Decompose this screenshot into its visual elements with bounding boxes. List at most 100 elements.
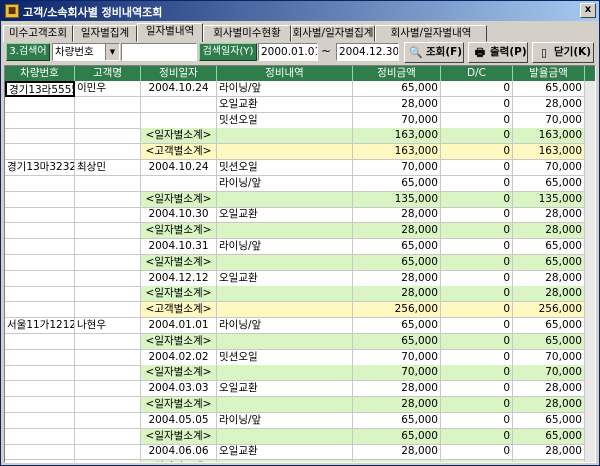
cell-dc[interactable]: 0 [441,444,513,461]
cell-amount[interactable]: 28,000 [353,96,441,113]
cell-item[interactable] [217,254,353,271]
title-bar[interactable]: ■ 고객/소속회사별 정비내역조회 x [1,1,599,21]
cell-customer[interactable] [75,349,141,366]
column-header-date[interactable]: 정비일자 [141,66,217,81]
cell-amount[interactable]: 28,000 [353,444,441,461]
tab-company-daily-summary[interactable]: 회사별/일자별집계 [291,25,375,42]
table-row[interactable]: <일자별소계> 163,000 0 163,000 [5,128,585,145]
cell-dc[interactable]: 0 [441,144,513,161]
table-row[interactable]: <일자별소계> 28,000028,000 [5,223,585,240]
table-row[interactable]: 경기13마3232 최상민 2004.10.24 밋션오일 70,000 0 70,000 [5,160,585,176]
cell-plate[interactable]: 서울11가1212 [5,318,75,334]
cell-customer[interactable] [75,428,141,445]
cell-date[interactable] [141,112,217,129]
cell-billed[interactable]: 70,000 [513,365,585,382]
cell-dc[interactable]: 0 [441,349,513,366]
cell-date[interactable]: <일자별소계> [141,428,217,445]
cell-customer[interactable] [75,191,141,208]
cell-item[interactable] [217,223,353,240]
cell-customer[interactable] [75,397,141,413]
table-row[interactable]: <일자별소계> 65,000 0 65,000 [5,333,585,350]
cell-plate[interactable] [5,239,75,255]
cell-customer[interactable] [75,175,141,192]
cell-plate[interactable] [5,428,75,445]
cell-billed[interactable]: 28,000 [513,223,585,240]
cell-plate[interactable] [5,128,75,145]
cell-billed[interactable]: 163,000 [513,144,585,161]
cell-customer[interactable] [75,112,141,129]
cell-billed[interactable]: 28,000 [513,207,585,224]
table-row[interactable]: 2004.06.06 오일교환 28,000 0 28,000 [5,444,585,461]
table-row[interactable]: 2004.02.02 밋션오일 70,000 0 70,000 [5,349,585,366]
cell-customer[interactable]: 이민우 [75,81,141,97]
cell-plate[interactable] [5,397,75,413]
cell-date[interactable]: <고객별소계> [141,302,217,319]
cell-amount[interactable]: 28,000 [353,397,441,413]
cell-billed[interactable]: 70,000 [513,112,585,129]
cell-amount[interactable]: 65,000 [353,239,441,255]
cell-billed[interactable]: 28,000 [513,397,585,413]
cell-customer[interactable] [75,302,141,319]
cell-plate[interactable] [5,207,75,224]
cell-dc[interactable]: 0 [441,286,513,303]
cell-amount[interactable]: 256,000 [353,302,441,319]
cell-amount[interactable]: 28,000 [353,381,441,398]
table-row[interactable]: 라이닝/앞 65,000 0 65,000 [5,175,585,192]
cell-amount[interactable]: 163,000 [353,128,441,145]
cell-amount[interactable]: 28,000 [353,270,441,287]
cell-date[interactable]: 2004.02.02 [141,349,217,366]
table-row[interactable]: 2004.10.31 라이닝/앞 65,000 0 65,000 [5,239,585,255]
search-date-label[interactable]: 검색일자(Y) [199,43,257,61]
cell-amount[interactable]: 28,000 [353,223,441,240]
cell-billed[interactable]: 28,000 [513,96,585,113]
cell-plate[interactable] [5,144,75,161]
cell-dc[interactable]: 0 [441,302,513,319]
cell-plate[interactable] [5,175,75,192]
cell-billed[interactable]: 28,000 [513,444,585,461]
cell-customer[interactable] [75,128,141,145]
close-window-button[interactable]: x [580,3,596,18]
cell-plate[interactable] [5,270,75,287]
cell-amount[interactable]: 70,000 [353,160,441,176]
cell-amount[interactable]: 65,000 [353,428,441,445]
cell-dc[interactable]: 0 [441,428,513,445]
cell-amount[interactable]: 28,000 [353,286,441,303]
cell-plate[interactable]: 경기13마3232 [5,160,75,176]
cell-item[interactable] [217,144,353,161]
cell-customer[interactable] [75,254,141,271]
cell-date[interactable]: 2004.05.05 [141,412,217,429]
cell-dc[interactable]: 0 [441,96,513,113]
cell-item[interactable]: 라이닝/앞 [217,239,353,255]
cell-dc[interactable]: 0 [441,239,513,255]
cell-plate[interactable] [5,191,75,208]
cell-item[interactable]: 라이닝/앞 [217,318,353,334]
cell-billed[interactable]: 256,000 [513,302,585,319]
cell-amount[interactable]: 28,000 [353,460,441,462]
cell-billed[interactable]: 28,000 [513,381,585,398]
cell-item[interactable] [217,365,353,382]
cell-plate[interactable] [5,349,75,366]
cell-dc[interactable]: 0 [441,365,513,382]
cell-billed[interactable]: 65,000 [513,412,585,429]
cell-customer[interactable] [75,460,141,462]
cell-amount[interactable]: 70,000 [353,365,441,382]
cell-billed[interactable]: 28,000 [513,286,585,303]
cell-item[interactable] [217,428,353,445]
cell-date[interactable]: <일자별소계> [141,254,217,271]
table-row[interactable]: 2004.12.12 오일교환 28,000 0 28,000 [5,270,585,287]
cell-dc[interactable]: 0 [441,207,513,224]
tab-unpaid-customers[interactable]: 미수고객조회 [3,25,73,42]
cell-customer[interactable] [75,444,141,461]
table-row[interactable]: <고객별소계> 163,000 0 163,000 [5,144,585,161]
cell-date[interactable]: 2004.10.24 [141,160,217,176]
cell-date[interactable]: 2004.12.12 [141,270,217,287]
column-header-customer[interactable]: 고객명 [75,66,141,81]
cell-dc[interactable]: 0 [441,333,513,350]
cell-plate[interactable] [5,302,75,319]
cell-customer[interactable] [75,239,141,255]
cell-customer[interactable] [75,412,141,429]
cell-customer[interactable] [75,286,141,303]
column-header-plate[interactable]: 차량번호 [5,66,75,81]
cell-date[interactable]: <고객별소계> [141,144,217,161]
cell-dc[interactable]: 0 [441,81,513,97]
